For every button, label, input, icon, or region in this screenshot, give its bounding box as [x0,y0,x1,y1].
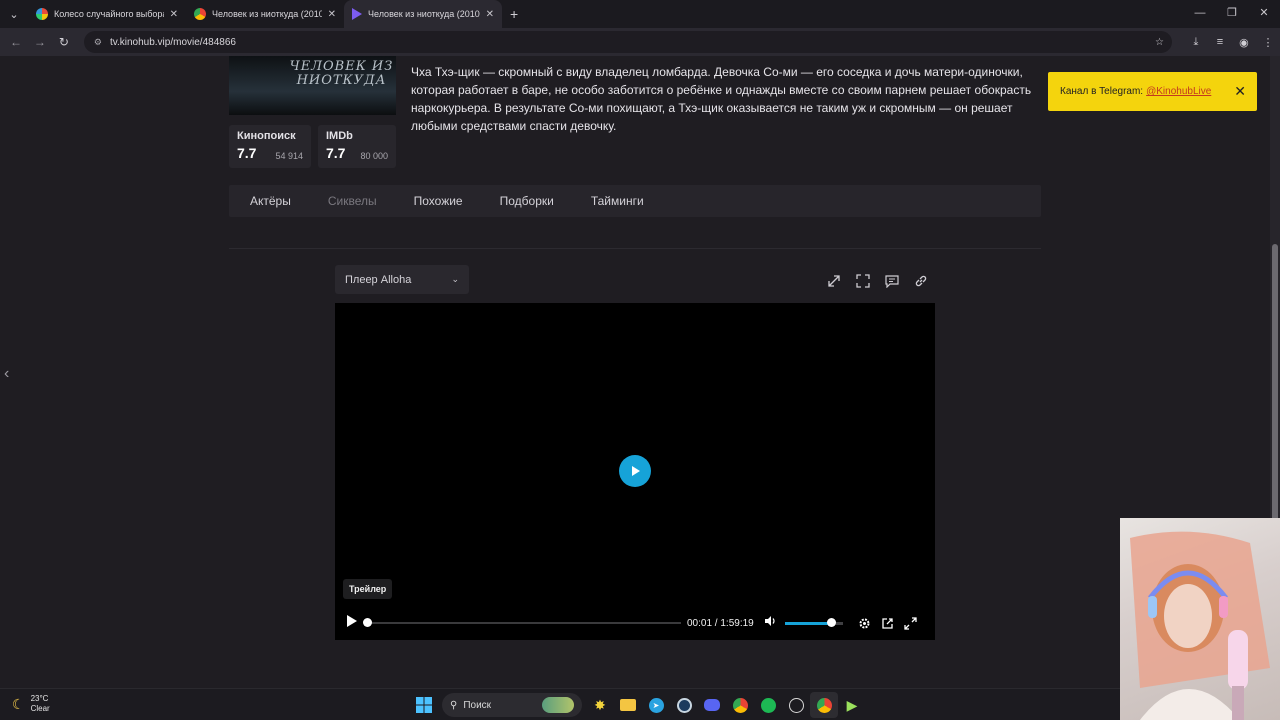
kinopoisk-rating: Кинопоиск 7.7 54 914 [229,125,311,168]
search-icon: ⚲ [450,699,458,711]
search-label: Поиск [463,699,492,711]
tab-favicon [194,8,206,20]
rating-count: 54 914 [275,151,303,161]
scrollbar-thumb[interactable] [1272,244,1278,560]
windows-start-icon[interactable] [410,692,438,718]
chevron-down-icon: ⌄ [451,274,459,284]
telegram-toast: Канал в Telegram: @KinohubLive ✕ [1048,72,1257,111]
trailer-badge: Трейлер [343,579,393,599]
browser-tab[interactable]: Колесо случайного выбора – I ✕ [28,0,186,28]
tab-collections[interactable]: Подборки [500,194,554,208]
close-icon[interactable]: ✕ [1234,83,1246,100]
close-window-icon[interactable]: ✕ [1248,0,1280,28]
chrome-icon[interactable] [726,692,754,718]
fullscreen-icon[interactable] [899,616,922,630]
discord-icon[interactable] [698,692,726,718]
rating-source: IMDb [326,130,353,142]
time-display: 00:01 / 1:59:19 [687,617,754,629]
tab-title: Человек из ниоткуда (2010) - ( [368,9,480,19]
tab-search-button[interactable]: ⌄ [0,0,28,28]
movie-poster: ЧЕЛОВЕК ИЗ НИОТКУДА [229,56,396,115]
tab-close-icon[interactable]: ✕ [328,9,336,20]
page-content: ‹ ЧЕЛОВЕК ИЗ НИОТКУДА Кинопоиск 7.7 54 9… [0,56,1270,688]
rating-count: 80 000 [360,151,388,161]
site-info-icon[interactable]: ⚙ [94,37,102,48]
download-icon[interactable]: ⤓ [1184,36,1208,49]
browser-tabbar: ⌄ Колесо случайного выбора – I ✕ Человек… [0,0,1280,28]
new-tab-button[interactable]: + [510,6,518,22]
window-controls: — ❐ ✕ [1184,0,1280,28]
link-icon[interactable] [906,266,935,295]
volume-icon[interactable] [764,614,777,632]
chrome-active-icon[interactable] [810,692,838,718]
tab-title: Человек из ниоткуда (2010, К [212,9,322,19]
tab-favicon [352,8,362,20]
divider [229,248,1041,249]
temperature: 23°C [30,694,49,703]
section-tabs: Актёры Сиквелы Похожие Подборки Тайминги [229,185,1041,217]
volume-slider[interactable] [784,617,843,627]
taskbar: ☾ 23°C Clear ⚲ Поиск ✸ ➤ ▶ [0,688,1120,720]
play-icon[interactable] [346,614,357,632]
fullscreen-icon[interactable] [848,266,877,295]
address-bar[interactable]: ⚙ tv.kinohub.vip/movie/484866 ☆ [83,31,1172,53]
volume-handle[interactable] [827,617,837,627]
browser-tab[interactable]: Человек из ниоткуда (2010, К ✕ [186,0,344,28]
imdb-rating: IMDb 7.7 80 000 [318,125,396,168]
spotify-icon[interactable] [754,692,782,718]
file-explorer-icon[interactable] [614,692,642,718]
profile-icon[interactable]: ◉ [1232,36,1256,49]
player-select-label: Плеер Alloha [345,273,412,286]
reload-icon[interactable]: ↻ [52,35,76,49]
tab-title: Колесо случайного выбора – I [54,9,164,19]
webcam-overlay [1120,518,1280,720]
menu-icon[interactable]: ⋮ [1256,36,1280,49]
taskbar-search[interactable]: ⚲ Поиск [442,693,582,717]
tab-close-icon[interactable]: ✕ [170,9,178,20]
seek-bar[interactable] [363,618,681,627]
forward-icon[interactable]: → [28,35,52,49]
player-tools [819,266,935,295]
tab-sequels[interactable]: Сиквелы [328,194,377,208]
pip-icon[interactable] [876,617,899,630]
widget-app-icon[interactable]: ✸ [586,692,614,718]
comment-icon[interactable] [877,266,906,295]
moon-icon: ☾ [12,695,25,712]
video-player[interactable]: Трейлер 00:01 / 1:59:19 [335,303,935,640]
seek-handle[interactable] [363,618,373,627]
reading-list-icon[interactable]: ≡ [1208,36,1232,49]
movie-description: Чха Тхэ-щик — скромный с виду владелец л… [411,65,1032,133]
tab-favicon [36,8,48,20]
chevron-left-icon[interactable]: ‹ [4,365,9,383]
tab-actors[interactable]: Актёры [250,194,291,208]
search-highlight-icon [542,697,574,713]
game-icon[interactable] [782,692,810,718]
tab-close-icon[interactable]: ✕ [486,9,494,20]
poster-title: ЧЕЛОВЕК ИЗ НИОТКУДА [289,59,394,88]
player-select[interactable]: Плеер Alloha ⌄ [335,265,469,294]
bookmark-star-icon[interactable]: ☆ [1155,37,1164,48]
minimize-icon[interactable]: — [1184,0,1216,28]
rating-source: Кинопоиск [237,130,296,142]
restore-icon[interactable]: ❐ [1216,0,1248,28]
weather-widget[interactable]: ☾ 23°C Clear [12,694,50,714]
browser-tab-active[interactable]: Человек из ниоткуда (2010) - ( ✕ [344,0,502,28]
volume-fill [784,621,832,625]
toast-text: Канал в Telegram: [1060,86,1144,97]
weather-condition: Clear [30,704,50,713]
browser-toolbar: ← → ↻ ⚙ tv.kinohub.vip/movie/484866 ☆ ⤓ … [0,28,1280,56]
tab-timings[interactable]: Тайминги [591,194,644,208]
media-player-icon[interactable]: ▶ [838,692,866,718]
telegram-link[interactable]: @KinohubLive [1146,86,1211,97]
back-icon[interactable]: ← [4,35,28,49]
expand-icon[interactable] [819,266,848,295]
player-controls: 00:01 / 1:59:19 [335,612,935,634]
settings-icon[interactable] [853,617,876,630]
telegram-icon[interactable]: ➤ [642,692,670,718]
url-text: tv.kinohub.vip/movie/484866 [109,36,236,48]
steam-icon[interactable] [670,692,698,718]
play-button[interactable] [619,455,651,487]
tab-similar[interactable]: Похожие [414,194,463,208]
